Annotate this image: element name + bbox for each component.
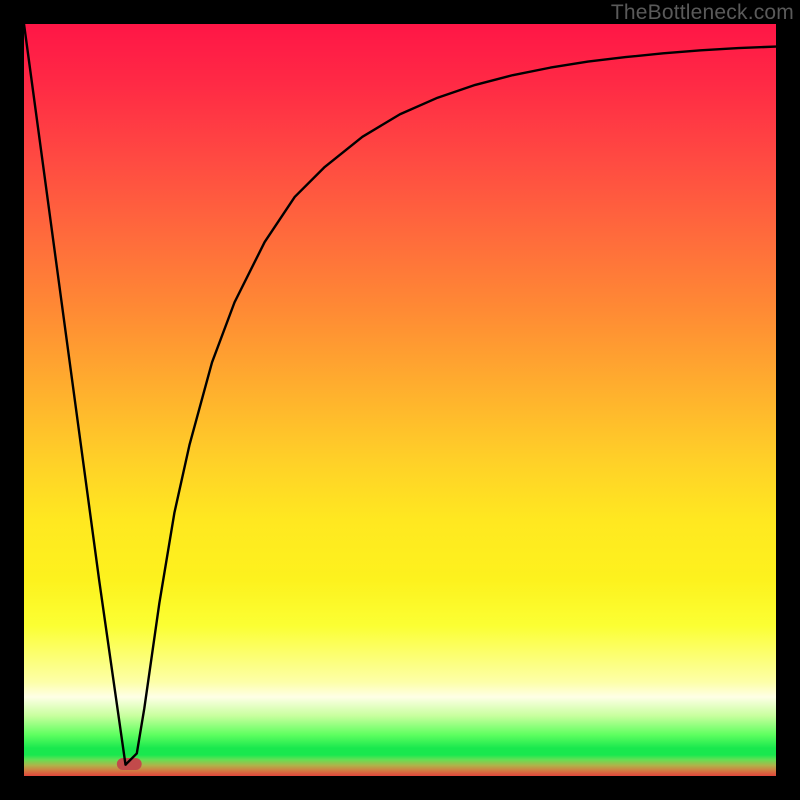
curve-layer xyxy=(24,24,776,776)
optimal-zone-marker xyxy=(117,758,142,770)
watermark-text: TheBottleneck.com xyxy=(611,1,794,25)
chart-frame: TheBottleneck.com xyxy=(0,0,800,800)
plot-area xyxy=(24,24,776,776)
bottleneck-curve xyxy=(24,24,776,765)
